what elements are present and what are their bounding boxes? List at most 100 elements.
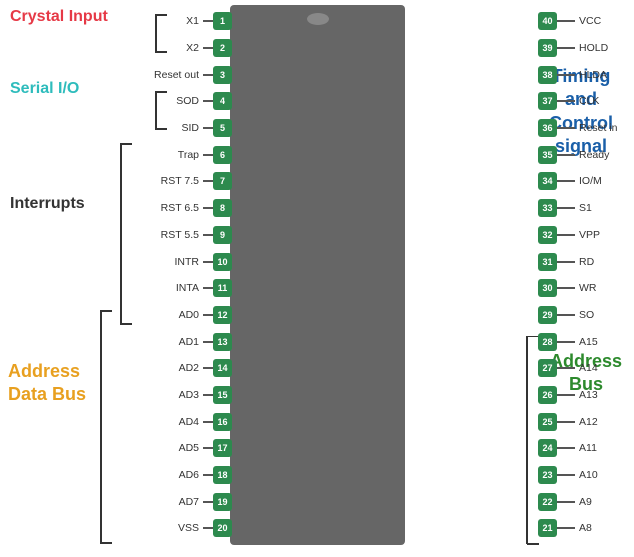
pin-line <box>557 314 575 316</box>
right-pin-row: 37CLK <box>538 88 634 115</box>
left-pin-row: RST 5.59 <box>120 222 232 249</box>
pin-line <box>203 154 213 156</box>
crystal-input-label: Crystal Input <box>10 8 108 26</box>
ic-notch <box>307 13 329 25</box>
pin-number: 4 <box>213 92 232 110</box>
pin-line <box>203 74 213 76</box>
pin-line <box>557 127 575 129</box>
pin-label: A8 <box>579 522 634 534</box>
pin-label: INTR <box>134 256 199 268</box>
left-pin-row: AD0 12 <box>120 302 232 329</box>
pin-number: 8 <box>213 199 232 217</box>
pin-number: 31 <box>538 253 557 271</box>
right-pin-row: 40VCC <box>538 8 634 35</box>
right-pin-row: 23A10 <box>538 462 634 489</box>
addr-data-bracket-bottom <box>100 542 112 544</box>
pin-number: 1 <box>213 12 232 30</box>
left-pin-row: RST 7.5 7 <box>120 168 232 195</box>
pin-line <box>557 367 575 369</box>
left-pin-row: Reset out 3 <box>120 61 232 88</box>
pin-label: SID <box>134 122 199 134</box>
pin-label: VPP <box>579 229 634 241</box>
pin-line <box>203 501 213 503</box>
right-pin-row: 27A14 <box>538 355 634 382</box>
pin-number: 40 <box>538 12 557 30</box>
left-pin-area: X11X22Reset out3SOD4SID5Trap6RST 7.57RST… <box>120 8 232 542</box>
pin-label: HLDA <box>579 69 634 81</box>
pin-number: 13 <box>213 333 232 351</box>
pin-number: 24 <box>538 439 557 457</box>
pin-line <box>557 287 575 289</box>
pin-label: Reset out <box>134 69 199 81</box>
pin-label: Ready <box>579 149 634 161</box>
pin-label: A11 <box>579 442 634 454</box>
pin-label: RST 7.5 <box>134 175 199 187</box>
pin-number: 26 <box>538 386 557 404</box>
pin-number: 7 <box>213 172 232 190</box>
pin-label: AD5 <box>134 442 199 454</box>
pin-line <box>203 394 213 396</box>
pin-label: RST 6.5 <box>134 202 199 214</box>
left-pin-row: X11 <box>120 8 232 35</box>
pin-line <box>203 207 213 209</box>
pin-number: 29 <box>538 306 557 324</box>
pin-label: WR <box>579 282 634 294</box>
left-pin-row: AD315 <box>120 382 232 409</box>
pin-number: 28 <box>538 333 557 351</box>
diagram-container: Crystal Input Serial I/O Interrupts Addr… <box>0 0 634 557</box>
pin-line <box>557 261 575 263</box>
pin-number: 17 <box>213 439 232 457</box>
left-pin-row: AD113 <box>120 328 232 355</box>
left-pin-row: VSS20 <box>120 515 232 542</box>
pin-label: SO <box>579 309 634 321</box>
ic-chip <box>230 5 405 545</box>
pin-number: 20 <box>213 519 232 537</box>
pin-line <box>557 527 575 529</box>
pin-number: 16 <box>213 413 232 431</box>
right-pin-row: 32VPP <box>538 222 634 249</box>
pin-line <box>203 261 213 263</box>
left-pin-row: X2 2 <box>120 35 232 62</box>
pin-label: S1 <box>579 202 634 214</box>
left-pin-row: Trap6 <box>120 141 232 168</box>
left-pin-row: INTR10 <box>120 248 232 275</box>
pin-line <box>203 447 213 449</box>
pin-number: 12 <box>213 306 232 324</box>
pin-number: 22 <box>538 493 557 511</box>
pin-label: RST 5.5 <box>134 229 199 241</box>
pin-line <box>203 341 213 343</box>
pin-line <box>557 180 575 182</box>
pin-line <box>203 421 213 423</box>
pin-label: AD2 <box>134 362 199 374</box>
pin-number: 3 <box>213 66 232 84</box>
pin-label: INTA <box>134 282 199 294</box>
pin-number: 37 <box>538 92 557 110</box>
left-pin-row: AD214 <box>120 355 232 382</box>
pin-label: X2 <box>134 42 199 54</box>
pin-line <box>557 154 575 156</box>
right-pin-row: 30WR <box>538 275 634 302</box>
pin-number: 27 <box>538 359 557 377</box>
pin-number: 15 <box>213 386 232 404</box>
pin-label: SOD <box>134 95 199 107</box>
pin-number: 6 <box>213 146 232 164</box>
pin-number: 33 <box>538 199 557 217</box>
pin-label: A12 <box>579 416 634 428</box>
pin-label: A9 <box>579 496 634 508</box>
pin-number: 23 <box>538 466 557 484</box>
right-pin-row: 33 S1 <box>538 195 634 222</box>
pin-number: 38 <box>538 66 557 84</box>
pin-line <box>203 314 213 316</box>
pin-line <box>203 47 213 49</box>
pin-line <box>203 127 213 129</box>
left-pin-row: AD618 <box>120 462 232 489</box>
pin-label: AD7 <box>134 496 199 508</box>
pin-number: 2 <box>213 39 232 57</box>
right-pin-row: 22 A9 <box>538 488 634 515</box>
pin-label: A13 <box>579 389 634 401</box>
pin-number: 11 <box>213 279 232 297</box>
pin-label: AD0 <box>134 309 199 321</box>
addr-bus-right-bracket <box>525 336 539 546</box>
serial-io-label: Serial I/O <box>10 80 79 98</box>
right-pin-row: 39HOLD <box>538 35 634 62</box>
